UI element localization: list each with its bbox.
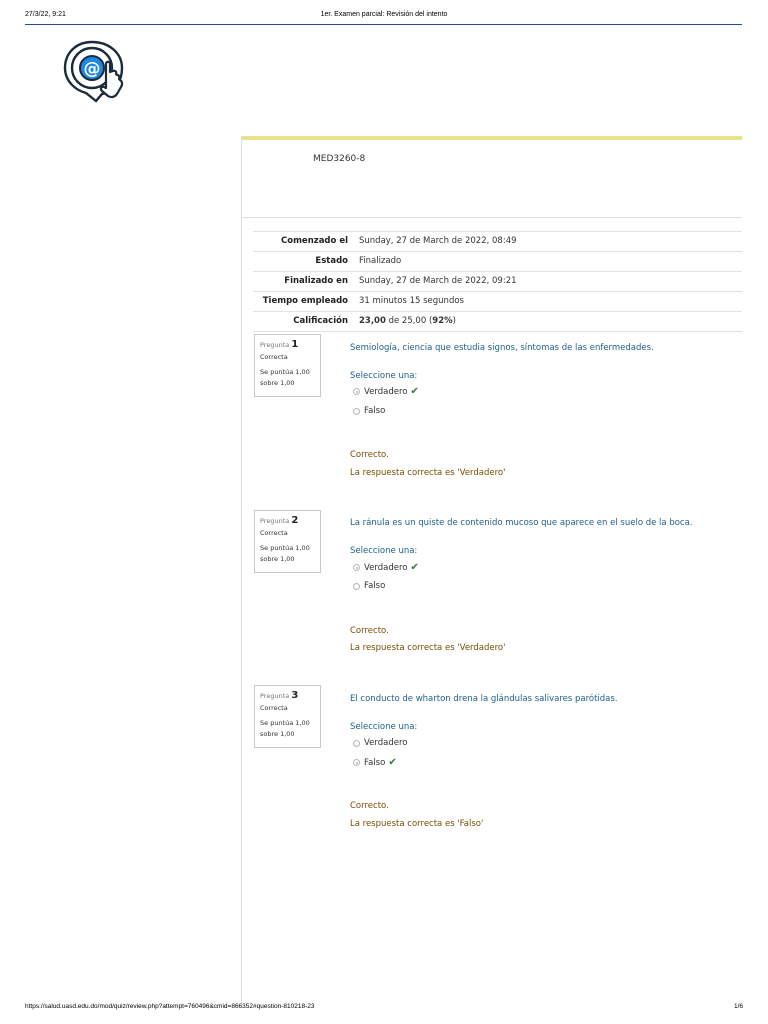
- summary-grade-value: 23,00 de 25,00 (92%): [354, 311, 742, 332]
- answer-option[interactable]: Falso: [353, 406, 385, 416]
- answer-option[interactable]: Verdadero ✔: [353, 562, 419, 573]
- question-grade: Se puntúa 1,00 sobre 1,00: [260, 719, 310, 738]
- grade-out-of: de 25,00 (: [385, 316, 433, 326]
- print-header-rule: [25, 24, 742, 25]
- right-answer-text: La respuesta correcta es 'Verdadero': [350, 643, 506, 653]
- answer-option[interactable]: Falso ✔: [353, 757, 397, 768]
- grade-percent: 92%: [432, 316, 453, 326]
- answer-prompt: Seleccione una:: [350, 546, 418, 556]
- question-number: 1: [291, 339, 299, 350]
- radio-button[interactable]: [353, 388, 360, 395]
- summary-value: Sunday, 27 de March de 2022, 09:21: [354, 271, 742, 292]
- summary-label: Tiempo empleado: [253, 291, 354, 312]
- print-title: 1er. Examen parcial: Revisión del intent…: [320, 11, 448, 18]
- answer-option[interactable]: Verdadero: [353, 738, 407, 748]
- answer-option[interactable]: Verdadero ✔: [353, 386, 419, 397]
- page-url[interactable]: https://salud.uasd.edu.do/mod/quiz/revie…: [25, 1003, 314, 1010]
- radio-button[interactable]: [353, 739, 360, 747]
- question-label: Pregunta: [260, 517, 290, 525]
- course-code: MED3260-8: [313, 154, 366, 164]
- summary-label: Calificación: [253, 311, 354, 332]
- course-header-accent-bar: [242, 136, 742, 140]
- summary-row-time-taken: Tiempo empleado 31 minutos 15 segundos: [253, 291, 742, 312]
- summary-label: Estado: [253, 251, 354, 272]
- option-label: Falso: [364, 406, 386, 416]
- checkmark-icon: ✔: [410, 562, 419, 573]
- question-text: La ránula es un quiste de contenido muco…: [350, 518, 693, 528]
- content-left-border: [241, 136, 242, 1004]
- question-number: 3: [291, 690, 299, 701]
- feedback-text: Correcto.: [350, 801, 389, 811]
- question-info-box: Pregunta 1 Correcta Se puntúa 1,00 sobre…: [254, 334, 321, 397]
- question-state: Correcta: [260, 529, 288, 537]
- summary-row-grade: Calificación 23,00 de 25,00 (92%): [253, 311, 742, 332]
- grade-score: 23,00: [359, 316, 386, 326]
- summary-label: Finalizado en: [253, 271, 354, 292]
- at-sign-hand-pointer-icon: @: [63, 40, 124, 103]
- question-label: Pregunta: [260, 692, 290, 700]
- summary-row-finished: Finalizado en Sunday, 27 de March de 202…: [253, 271, 742, 292]
- course-header-divider: [242, 217, 742, 218]
- summary-row-state: Estado Finalizado: [253, 251, 742, 272]
- option-label: Verdadero: [364, 386, 408, 397]
- question-state: Correcta: [260, 353, 288, 361]
- question-state: Correcta: [260, 704, 288, 712]
- option-label: Falso: [364, 757, 386, 768]
- question-text: El conducto de wharton drena la glándula…: [350, 694, 618, 704]
- option-label: Verdadero: [364, 738, 408, 748]
- option-label: Falso: [364, 581, 386, 591]
- question-label: Pregunta: [260, 341, 290, 349]
- question-info-box: Pregunta 2 Correcta Se puntúa 1,00 sobre…: [254, 510, 321, 573]
- question-grade: Se puntúa 1,00 sobre 1,00: [260, 544, 310, 563]
- question-number: 2: [291, 515, 299, 526]
- radio-button[interactable]: [353, 759, 360, 766]
- print-footer: https://salud.uasd.edu.do/mod/quiz/revie…: [0, 1000, 768, 1020]
- radio-button[interactable]: [353, 582, 360, 590]
- right-answer-text: La respuesta correcta es 'Verdadero': [350, 468, 506, 478]
- answer-prompt: Seleccione una:: [350, 722, 418, 732]
- print-header: 27/3/22, 9:21 1er. Examen parcial: Revis…: [0, 0, 768, 26]
- summary-value: Sunday, 27 de March de 2022, 08:49: [354, 231, 742, 252]
- question-info-box: Pregunta 3 Correcta Se puntúa 1,00 sobre…: [254, 685, 321, 748]
- summary-value: 31 minutos 15 segundos: [354, 291, 742, 312]
- option-label: Verdadero: [364, 562, 408, 573]
- feedback-text: Correcto.: [350, 626, 389, 636]
- radio-button[interactable]: [353, 407, 360, 415]
- page-number: 1/6: [733, 1003, 743, 1010]
- radio-button[interactable]: [353, 564, 360, 571]
- summary-row-started: Comenzado el Sunday, 27 de March de 2022…: [253, 231, 742, 252]
- summary-value: Finalizado: [354, 251, 742, 272]
- checkmark-icon: ✔: [388, 757, 397, 768]
- grade-close: ): [452, 316, 456, 326]
- attempt-summary-table: Comenzado el Sunday, 27 de March de 2022…: [253, 231, 742, 332]
- site-logo[interactable]: @: [62, 38, 130, 104]
- question-grade: Se puntúa 1,00 sobre 1,00: [260, 368, 310, 387]
- answer-prompt: Seleccione una:: [350, 371, 418, 381]
- question-text: Semiología, ciencia que estudia signos, …: [350, 343, 654, 353]
- right-answer-text: La respuesta correcta es 'Falso': [350, 819, 484, 829]
- answer-option[interactable]: Falso: [353, 581, 385, 591]
- checkmark-icon: ✔: [410, 386, 419, 397]
- feedback-text: Correcto.: [350, 450, 389, 460]
- summary-label: Comenzado el: [253, 231, 354, 252]
- svg-text:@: @: [84, 59, 101, 79]
